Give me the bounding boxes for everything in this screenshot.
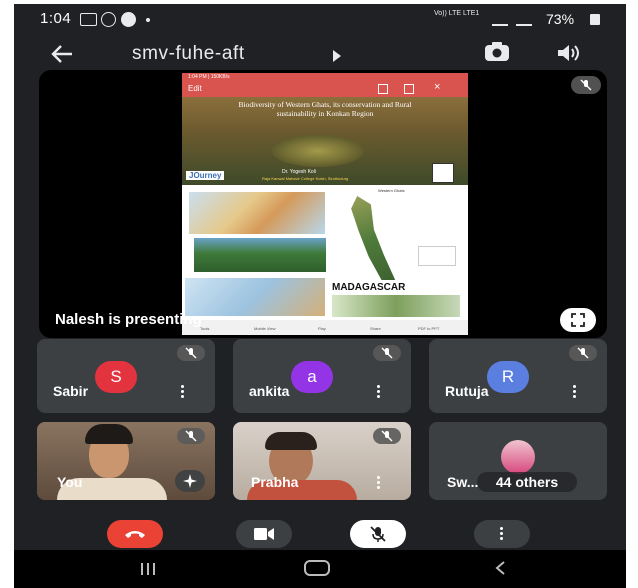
participant-tile-prabha[interactable]: Prabha	[233, 422, 411, 500]
home-icon[interactable]	[304, 560, 330, 576]
slide-author: Dr. Yogesh Koli	[282, 169, 316, 175]
western-ghats-map-image	[351, 196, 396, 280]
slide-doc-icon	[404, 84, 414, 94]
network-text: Vo)) LTE LTE1	[434, 10, 480, 17]
madagascar-image	[332, 295, 460, 317]
back-icon[interactable]	[494, 560, 506, 576]
avatar: S	[95, 361, 137, 393]
gallery-notification-icon	[80, 13, 97, 26]
slide-brand-logo: JOurney	[186, 171, 225, 180]
mic-off-badge	[373, 428, 401, 444]
meeting-code[interactable]: smv-fuhe-aft	[132, 43, 245, 65]
presenter-label: Nalesh is presenting	[55, 311, 202, 328]
more-options-icon[interactable]	[377, 476, 381, 490]
slide-title: Biodiversity of Western Ghats, its conse…	[238, 100, 412, 118]
mic-off-icon	[370, 526, 386, 542]
battery-icon	[590, 14, 600, 25]
title-slide: Biodiversity of Western Ghats, its conse…	[182, 97, 468, 185]
fullscreen-icon	[571, 313, 585, 327]
more-options-icon[interactable]	[573, 385, 577, 399]
college-seal-icon	[432, 163, 454, 183]
chevron-right-icon[interactable]	[332, 50, 342, 62]
whatsapp-notification-icon	[101, 12, 116, 27]
more-notifications-dot-icon	[146, 18, 150, 22]
others-count-badge: 44 others	[477, 472, 577, 492]
more-vert-icon	[500, 527, 504, 540]
mic-off-icon	[580, 79, 592, 91]
status-time: 1:04	[40, 10, 72, 27]
participant-name: Rutuja	[445, 383, 489, 399]
participant-tile-ankita[interactable]: a ankita	[233, 339, 411, 413]
slide-toolbar-share: Share	[370, 326, 381, 331]
mic-off-icon	[185, 430, 197, 442]
world-map-small-image	[185, 278, 325, 316]
slide-app-header: 1:04 PM | 150KB/s Edit ×	[182, 73, 468, 97]
mic-off-badge	[373, 345, 401, 361]
more-options-icon[interactable]	[181, 385, 185, 399]
more-options-icon[interactable]	[377, 385, 381, 399]
frog-image	[272, 135, 364, 167]
app-notification-icon	[121, 12, 136, 27]
recent-apps-icon[interactable]	[140, 562, 156, 576]
slide-toolbar-play: Play	[318, 326, 326, 331]
western-ghats-map-title: Western Ghats	[378, 188, 405, 193]
mic-off-badge	[569, 345, 597, 361]
world-map-image	[189, 192, 325, 234]
slide-grid-icon	[378, 84, 388, 94]
speaker-icon[interactable]	[556, 43, 580, 63]
mic-off-badge	[571, 76, 601, 94]
back-arrow-icon[interactable]	[50, 44, 74, 64]
presentation-tile[interactable]: 1:04 PM | 150KB/s Edit × Biodiversity of…	[39, 70, 607, 338]
mic-off-icon	[185, 347, 197, 359]
slide-toolbar: Tools Mobile View Play Share PDF to PPT	[182, 320, 468, 335]
participant-name: Sabir	[53, 383, 89, 399]
more-options-button[interactable]	[474, 520, 530, 548]
avatar: R	[487, 361, 529, 393]
system-nav-bar	[14, 550, 626, 588]
person-hair	[265, 432, 317, 450]
participant-tile-you[interactable]: You	[37, 422, 215, 500]
slide-college: Raja Kanwal Mahavir College Kolsh, Sindh…	[262, 176, 349, 181]
mic-off-badge	[177, 428, 205, 444]
participant-tile-sabir[interactable]: S Sabir	[37, 339, 215, 413]
slide-status-text: 1:04 PM | 150KB/s	[188, 74, 230, 80]
meet-screen: 1:04 Vo)) LTE LTE1 73% smv-fuhe-aft 1:04…	[14, 4, 626, 588]
slide-toolbar-pdf: PDF to PPT	[418, 326, 440, 331]
participant-tile-rutuja[interactable]: R Rutuja	[429, 339, 607, 413]
participant-name: Prabha	[251, 474, 299, 490]
signal-icon-2	[516, 13, 532, 26]
status-bar: 1:04 Vo)) LTE LTE1 73%	[14, 4, 626, 34]
others-tile[interactable]: Sw... 44 others	[429, 422, 607, 500]
camera-button[interactable]	[236, 520, 292, 548]
fullscreen-button[interactable]	[560, 308, 596, 332]
microphone-button[interactable]	[350, 520, 406, 548]
mic-off-icon	[577, 347, 589, 359]
person-hair	[85, 424, 133, 444]
others-avatar	[501, 440, 535, 474]
switch-camera-icon[interactable]	[484, 41, 510, 63]
shared-screen: 1:04 PM | 150KB/s Edit × Biodiversity of…	[182, 73, 468, 335]
signal-icon-1	[492, 13, 508, 26]
sparkle-icon	[183, 474, 197, 488]
avatar: a	[291, 361, 333, 393]
slide-edit-label: Edit	[188, 84, 202, 93]
effects-button[interactable]	[175, 470, 205, 492]
battery-percentage: 73%	[546, 11, 575, 27]
mic-off-badge	[177, 345, 205, 361]
slide-caption: MADAGASCAR	[332, 282, 406, 293]
map-legend	[418, 246, 456, 266]
video-camera-icon	[254, 528, 274, 540]
participant-name: Sw...	[447, 474, 479, 490]
hang-up-icon	[125, 531, 145, 538]
participant-name: You	[57, 474, 83, 490]
forest-aerial-image	[194, 238, 326, 272]
end-call-button[interactable]	[107, 520, 163, 548]
mic-off-icon	[381, 347, 393, 359]
slide-toolbar-mobile-view: Mobile View	[254, 326, 276, 331]
participant-name: ankita	[249, 383, 290, 399]
content-slide: Western Ghats MADAGASCAR	[182, 186, 468, 320]
mic-off-icon	[381, 430, 393, 442]
slide-close-icon: ×	[434, 81, 441, 93]
